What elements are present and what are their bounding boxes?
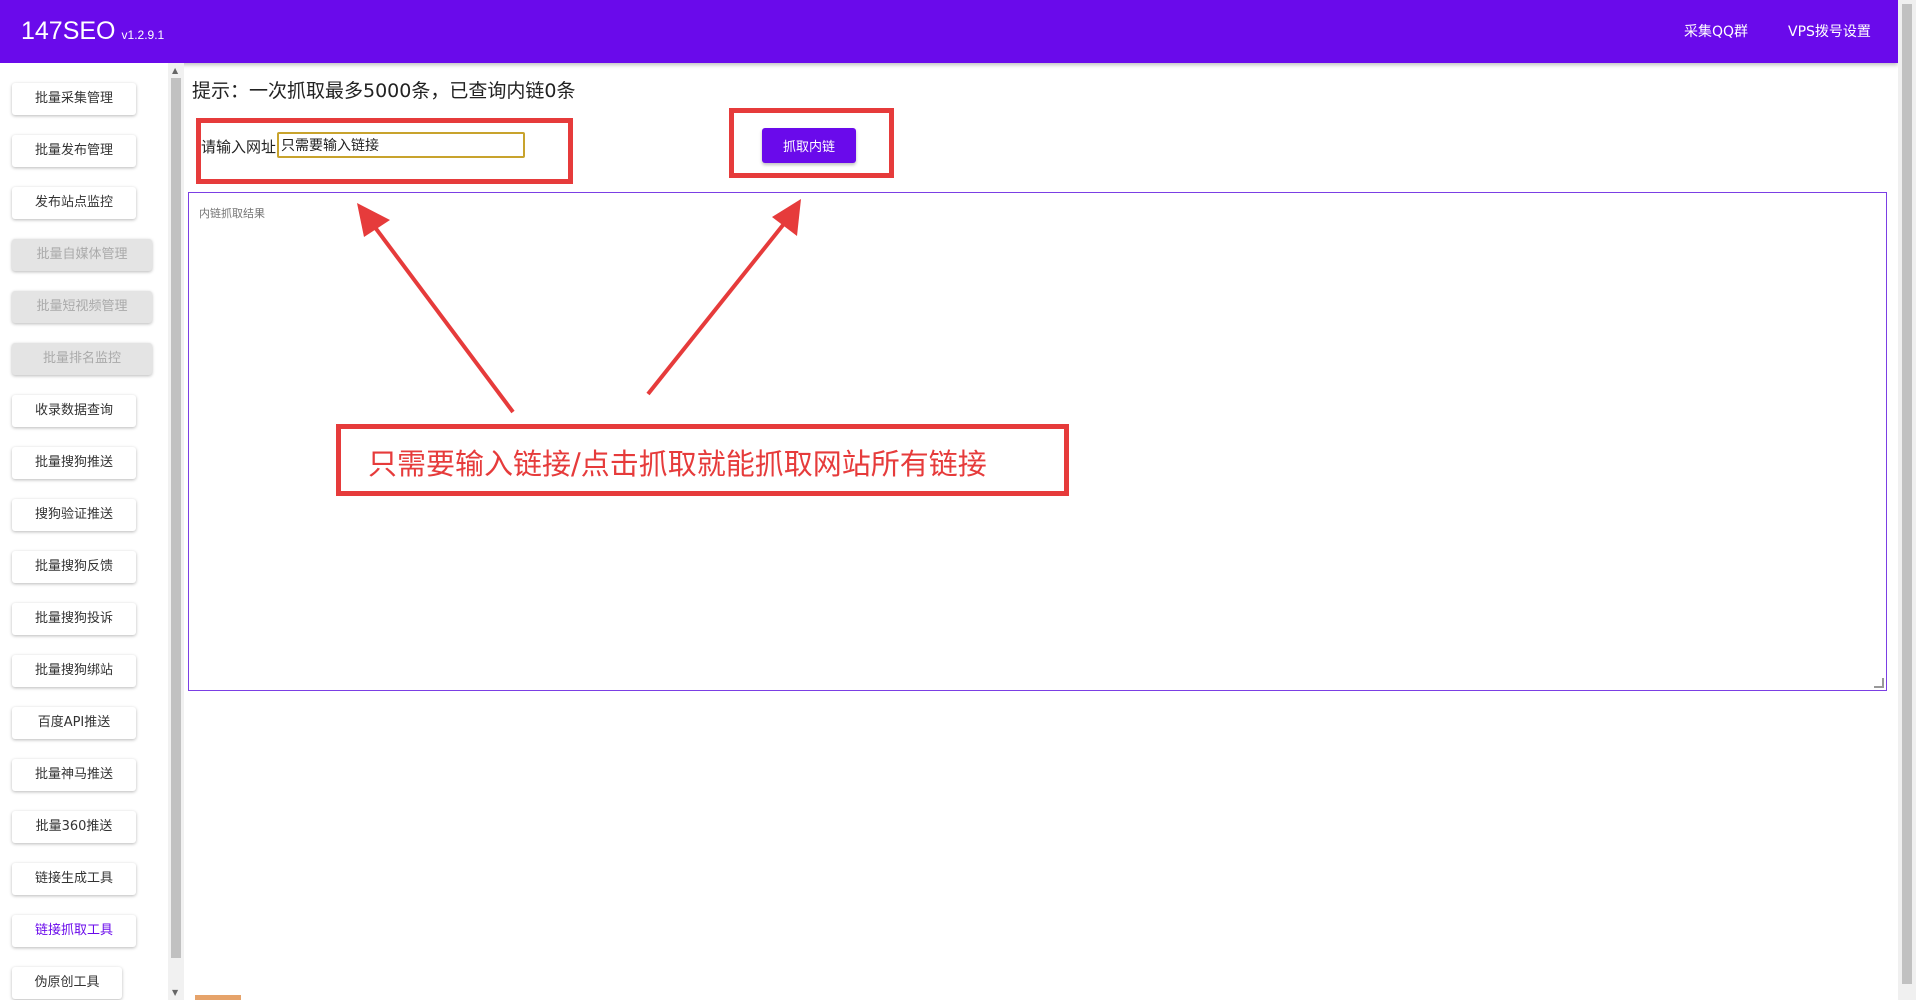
annotation-arrows: [357, 199, 801, 414]
arrow-to-input-icon: [357, 203, 515, 414]
arrow-to-button-icon: [646, 199, 801, 396]
bottom-indicator: [195, 995, 241, 1000]
